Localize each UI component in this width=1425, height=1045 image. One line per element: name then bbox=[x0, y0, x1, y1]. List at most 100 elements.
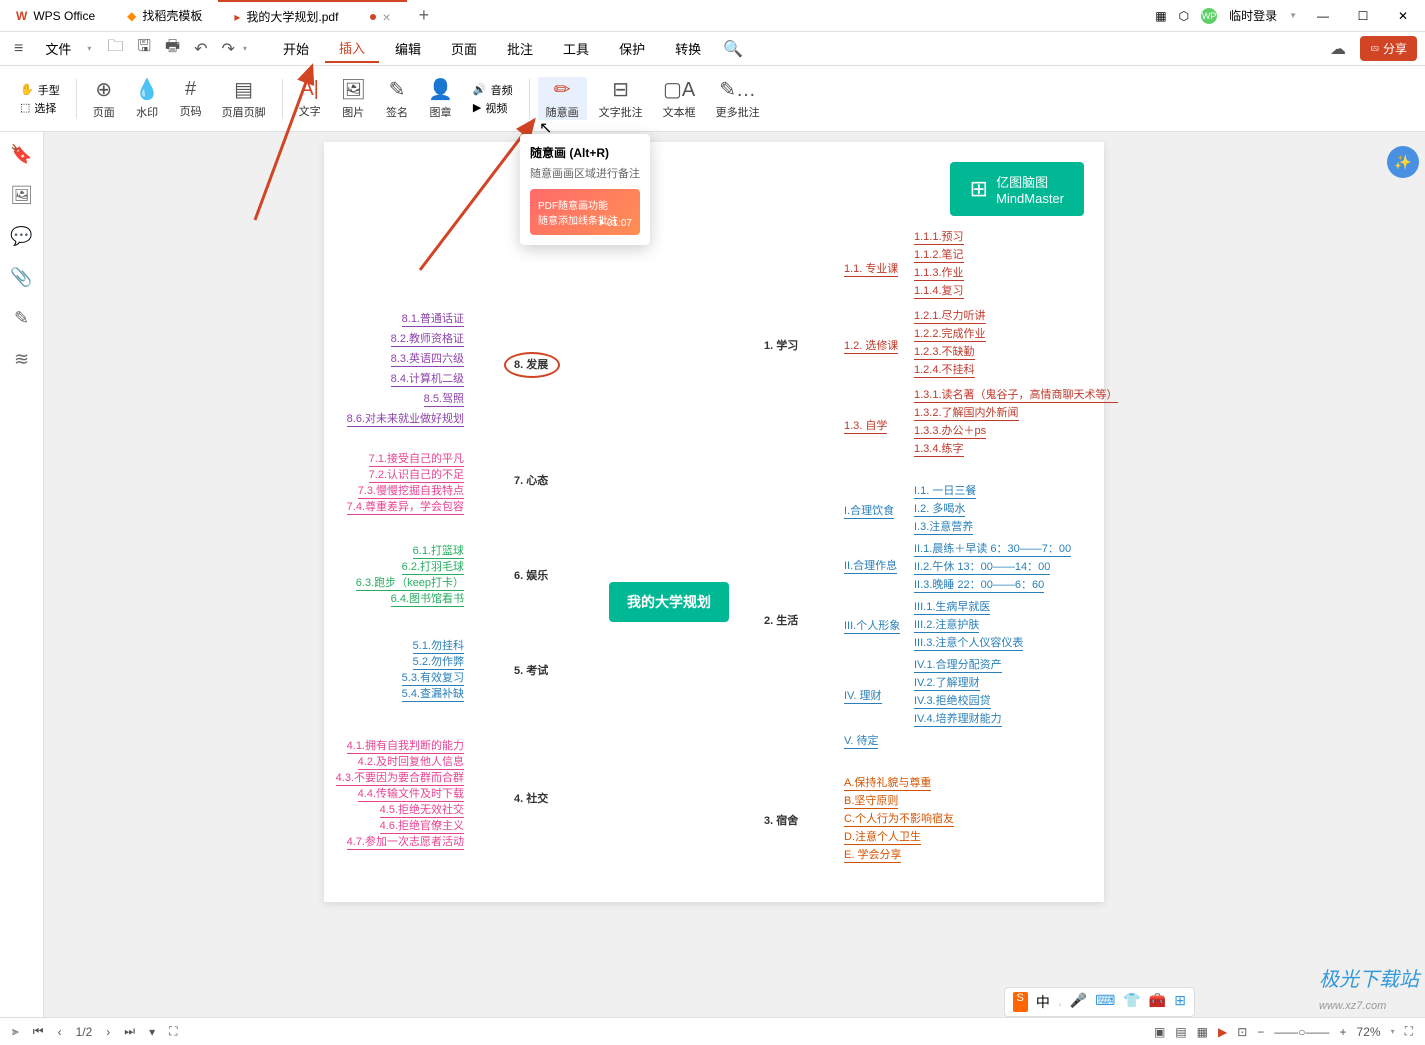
text-button[interactable]: A|文字 bbox=[291, 78, 329, 119]
page-button[interactable]: ⊕页面 bbox=[85, 77, 123, 120]
page-indicator[interactable]: 1/2 bbox=[76, 1025, 93, 1039]
file-menu[interactable]: 文件 bbox=[31, 35, 85, 62]
leaf-6-1: 6.1.打篮球 bbox=[413, 542, 464, 559]
insert-menu[interactable]: 插入 bbox=[325, 34, 379, 63]
freedraw-button[interactable]: ✏随意画 bbox=[538, 77, 587, 120]
bookmark-icon[interactable]: 🔖 bbox=[10, 144, 32, 165]
fit-icon[interactable]: ⊡ bbox=[1237, 1025, 1247, 1039]
app-tab[interactable]: W WPS Office bbox=[0, 0, 111, 31]
tools-menu[interactable]: 工具 bbox=[549, 35, 603, 62]
hand-tool[interactable]: ✋ 手型 bbox=[20, 82, 60, 98]
sub-1-3: 1.3. 自学 bbox=[844, 417, 887, 434]
signature-button[interactable]: ✎签名 bbox=[378, 77, 416, 120]
document-canvas[interactable]: ⊞ 亿图脑图MindMaster 我的大学规划 8. 发展 8.1.普通话证 8… bbox=[44, 132, 1425, 1017]
leaf-3-3: C.个人行为不影响宿友 bbox=[844, 810, 954, 827]
pen-icon[interactable]: ✎ bbox=[14, 308, 29, 329]
save-icon[interactable]: 🖫 bbox=[131, 31, 157, 66]
leaf-2-1-2: I.2. 多喝水 bbox=[914, 500, 965, 517]
ribbon: ✋ 手型 ⬚ 选择 ⊕页面 💧水印 #页码 ▤页眉页脚 A|文字 🖼图片 ✎签名… bbox=[0, 66, 1425, 132]
fullscreen-icon[interactable]: ⛶ bbox=[1405, 1024, 1413, 1039]
share-button[interactable]: ⮹ 分享 bbox=[1360, 36, 1417, 61]
leaf-5-1: 5.1.勿挂科 bbox=[413, 637, 464, 654]
protect-menu[interactable]: 保护 bbox=[605, 35, 659, 62]
zoom-out-icon[interactable]: − bbox=[1257, 1025, 1264, 1039]
edit-menu[interactable]: 编辑 bbox=[381, 35, 435, 62]
login-label[interactable]: 临时登录 bbox=[1229, 7, 1277, 24]
image-button[interactable]: 🖼图片 bbox=[333, 77, 374, 120]
view-two-icon[interactable]: ▦ bbox=[1197, 1025, 1208, 1039]
view-mode-icon[interactable]: ▾ bbox=[149, 1025, 155, 1039]
panel-toggle-icon[interactable]: ⫸ bbox=[12, 1024, 19, 1039]
stamp-button[interactable]: 👤图章 bbox=[420, 77, 461, 120]
leaf-1-1-2: 1.1.2.笔记 bbox=[914, 246, 964, 263]
redo-icon[interactable]: ↷ bbox=[216, 35, 241, 63]
next-page-icon[interactable]: › bbox=[106, 1025, 110, 1039]
minimize-button[interactable]: — bbox=[1309, 2, 1337, 30]
input-method-bar[interactable]: S 中, 🎤 ⌨ 👕 🧰 ⊞ bbox=[1004, 987, 1196, 1017]
open-icon[interactable]: 🗀 bbox=[101, 31, 129, 66]
video-button[interactable]: ▶ 视频 bbox=[473, 100, 513, 116]
zoom-label[interactable]: 72% bbox=[1357, 1025, 1381, 1039]
maximize-button[interactable]: ☐ bbox=[1349, 2, 1377, 30]
search-icon[interactable]: 🔍 bbox=[717, 35, 749, 63]
textannot-button[interactable]: ⊟文字批注 bbox=[591, 77, 651, 120]
leaf-2-2-1: II.1.晨练＋早读 6：30——7：00 bbox=[914, 540, 1071, 557]
avatar-icon[interactable]: WP bbox=[1201, 8, 1217, 24]
attachment-icon[interactable]: 📎 bbox=[10, 267, 32, 288]
convert-menu[interactable]: 转换 bbox=[661, 35, 715, 62]
start-menu[interactable]: 开始 bbox=[269, 35, 323, 62]
ai-assist-button[interactable]: ✨ bbox=[1387, 146, 1419, 178]
moreannot-button[interactable]: ✎…更多批注 bbox=[708, 77, 768, 120]
modified-indicator-icon bbox=[370, 14, 376, 20]
active-document-tab[interactable]: ▸ 我的大学规划.pdf × bbox=[218, 0, 406, 31]
tooltip-video[interactable]: PDF随意画功能 随意添加线条批注 ⏵ 01:07 bbox=[530, 189, 640, 235]
zoom-in-icon[interactable]: + bbox=[1340, 1025, 1347, 1039]
undo-icon[interactable]: ↶ bbox=[188, 35, 213, 63]
leaf-4-2: 4.2.及时回复他人信息 bbox=[358, 753, 464, 770]
grid-icon[interactable]: ▦ bbox=[1155, 9, 1166, 23]
branch-4: 4. 社交 bbox=[514, 790, 548, 806]
branch-3: 3. 宿舍 bbox=[764, 812, 798, 828]
print-icon[interactable]: 🖶 bbox=[159, 31, 186, 66]
close-button[interactable]: ✕ bbox=[1389, 2, 1417, 30]
select-tool[interactable]: ⬚ 选择 bbox=[20, 100, 60, 116]
branch-1: 1. 学习 bbox=[764, 337, 798, 353]
last-page-icon[interactable]: ⏭ bbox=[124, 1024, 135, 1039]
leaf-6-2: 6.2.打羽毛球 bbox=[402, 558, 464, 575]
annotate-menu[interactable]: 批注 bbox=[493, 35, 547, 62]
leaf-1-2-4: 1.2.4.不挂科 bbox=[914, 361, 975, 378]
page-menu[interactable]: 页面 bbox=[437, 35, 491, 62]
statusbar: ⫸ ⏮ ‹ 1/2 › ⏭ ▾ ⛶ ▣ ▤ ▦ ▶ ⊡ − ——○—— + 72… bbox=[0, 1017, 1425, 1045]
close-tab-icon[interactable]: × bbox=[382, 9, 390, 25]
template-tab[interactable]: ◆ 找稻壳模板 bbox=[111, 0, 218, 31]
menu-icon[interactable]: ≡ bbox=[8, 36, 29, 62]
pdf-page: ⊞ 亿图脑图MindMaster 我的大学规划 8. 发展 8.1.普通话证 8… bbox=[324, 142, 1104, 902]
crop-icon[interactable]: ⛶ bbox=[169, 1024, 177, 1039]
layers-icon[interactable]: ≋ bbox=[14, 349, 29, 370]
leaf-2-4-3: IV.3.拒绝校园贷 bbox=[914, 692, 991, 709]
prev-page-icon[interactable]: ‹ bbox=[58, 1025, 62, 1039]
login-dropdown-icon[interactable]: ▼ bbox=[1289, 11, 1297, 20]
comment-icon[interactable]: 💬 bbox=[10, 226, 32, 247]
view-play-icon[interactable]: ▶ bbox=[1218, 1025, 1227, 1039]
box-icon[interactable]: ⬡ bbox=[1179, 9, 1189, 23]
first-page-icon[interactable]: ⏮ bbox=[33, 1024, 44, 1039]
headerfooter-button[interactable]: ▤页眉页脚 bbox=[214, 77, 274, 120]
leaf-4-6: 4.6.拒绝官僚主义 bbox=[380, 817, 464, 834]
pagenum-button[interactable]: #页码 bbox=[172, 78, 210, 119]
textbox-button[interactable]: ▢A文本框 bbox=[655, 77, 704, 120]
cloud-icon[interactable]: ☁ bbox=[1324, 35, 1352, 63]
leaf-5-4: 5.4.查漏补缺 bbox=[402, 685, 464, 702]
leaf-2-2-3: II.3.晚睡 22：00——6：60 bbox=[914, 576, 1044, 593]
leaf-4-1: 4.1.拥有自我判断的能力 bbox=[347, 737, 464, 754]
watermark-button[interactable]: 💧水印 bbox=[127, 77, 168, 120]
thumbnail-icon[interactable]: 🖼 bbox=[10, 185, 33, 206]
leaf-1-1-1: 1.1.1.预习 bbox=[914, 228, 964, 245]
audio-button[interactable]: 🔊 音频 bbox=[473, 82, 513, 98]
new-tab-button[interactable]: + bbox=[407, 5, 442, 26]
menubar: ≡ 文件 ▾ 🗀 🖫 🖶 ↶ ↷ ▾ 开始 插入 编辑 页面 批注 工具 保护 … bbox=[0, 32, 1425, 66]
leaf-2-4-4: IV.4.培养理财能力 bbox=[914, 710, 1002, 727]
view-single-icon[interactable]: ▣ bbox=[1154, 1025, 1165, 1039]
sub-1-1: 1.1. 专业课 bbox=[844, 260, 898, 277]
view-continuous-icon[interactable]: ▤ bbox=[1175, 1025, 1186, 1039]
